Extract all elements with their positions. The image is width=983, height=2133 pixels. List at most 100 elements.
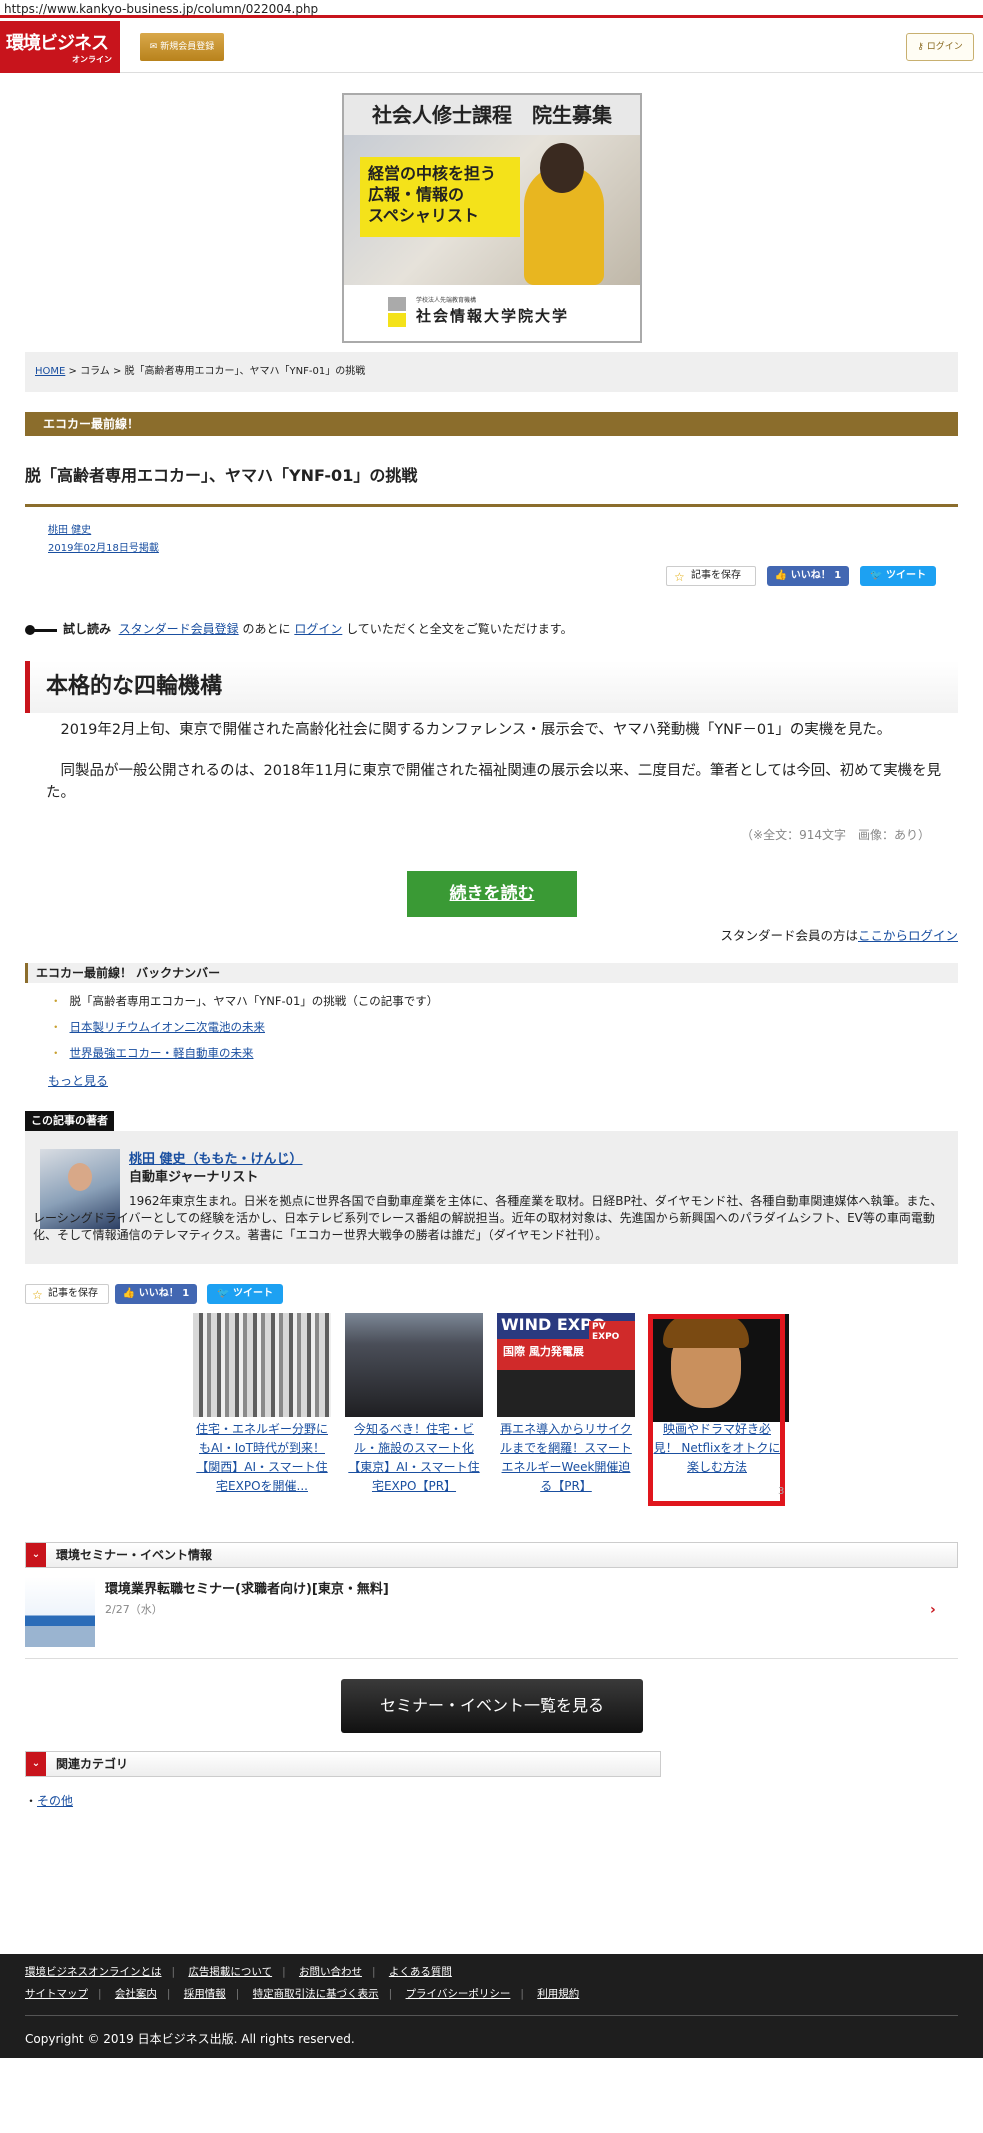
footer-link[interactable]: 採用情報: [184, 1988, 226, 2000]
author-box: 桃田 健史（ももた・けんじ） 自動車ジャーナリスト 1962年東京生まれ。日米を…: [25, 1131, 958, 1264]
category-item[interactable]: ・その他: [25, 1792, 73, 1809]
recommend-card-link[interactable]: 今知るべき！住宅・ビル・施設のスマート化【東京】AI・スマート住宅EXPO【PR…: [344, 1420, 484, 1496]
logo-main-text: 環境ビジネス: [6, 33, 109, 54]
ad-headline: 社会人修士課程 院生募集: [344, 95, 640, 135]
article-paragraph: 同製品が一般公開されるのは、2018年11月に東京で開催された福祉関連の展示会以…: [46, 763, 942, 801]
backnumber-item[interactable]: ・世界最強エコカー・軽自動車の未来: [50, 1045, 254, 1061]
article-author[interactable]: 桃田 健史: [48, 521, 91, 536]
mail-icon: ✉: [149, 42, 161, 52]
recommend-card-image[interactable]: WIND EXPO 国際 風力発電展 PV EXPO: [497, 1313, 635, 1417]
ad-copy: 経営の中核を担う 広報・情報の スペシャリスト: [360, 157, 520, 237]
school-logo-mark-yellow: [388, 313, 406, 327]
ad-person-head: [540, 143, 584, 193]
trial-text: していただくと全文をご覧いただけます。: [342, 622, 573, 636]
ad-footer: 学校法人先端教育機構 社会情報大学院大学: [344, 285, 640, 341]
breadcrumb-column[interactable]: コラム: [80, 366, 110, 377]
star-icon: ☆: [32, 1288, 43, 1302]
tweet-button[interactable]: 🐦 ツイート: [207, 1284, 283, 1304]
backnumber-link[interactable]: 日本製リチウムイオン二次電池の未来: [70, 1020, 266, 1034]
highlight-box: [648, 1314, 785, 1506]
save-article-button[interactable]: ☆ 記事を保存: [25, 1284, 109, 1304]
login-label: ログイン: [926, 42, 963, 52]
save-article-button[interactable]: ☆ 記事を保存: [666, 566, 756, 586]
footer-link[interactable]: プライバシーポリシー: [406, 1988, 511, 2000]
footer-sep: |: [520, 1988, 524, 2000]
seminar-title[interactable]: 環境業界転職セミナー(求職者向け)[東京・無料]: [105, 1578, 389, 1597]
footer-divider: [25, 2015, 958, 2016]
event-list-button[interactable]: セミナー・イベント一覧を見る: [341, 1679, 643, 1733]
thumbs-up-icon: 👍: [774, 570, 791, 581]
footer-link[interactable]: よくある質問: [389, 1966, 452, 1978]
recommend-card-link[interactable]: 住宅・エネルギー分野にもAI・IoT時代が到来！ 【関西】AI・スマート住宅EX…: [192, 1420, 332, 1496]
ad-photo: 経営の中核を担う 広報・情報の スペシャリスト: [344, 135, 640, 285]
author-box-heading: この記事の著者: [25, 1111, 114, 1131]
save-label: 記事を保存: [691, 570, 741, 581]
article-title: 脱「高齢者専用エコカー」、ヤマハ「YNF-01」の挑戦: [25, 466, 418, 485]
like-label: いいね！ 1: [138, 1288, 190, 1299]
ad-banner[interactable]: 社会人修士課程 院生募集 経営の中核を担う 広報・情報の スペシャリスト 学校法…: [342, 93, 642, 343]
chevron-right-icon[interactable]: ›: [930, 1602, 936, 1618]
footer-sep: |: [166, 1988, 171, 2000]
category-link[interactable]: その他: [37, 1794, 73, 1808]
twitter-bird-icon: 🐦: [870, 570, 886, 581]
footer-sep: |: [388, 1988, 393, 2000]
category-heading: ⌄ 関連カテゴリ: [25, 1751, 661, 1777]
seminar-heading: ⌄ 環境セミナー・イベント情報: [25, 1542, 958, 1568]
member-login-prompt: スタンダード会員の方はここからログイン: [600, 925, 958, 944]
recommend-card-image[interactable]: [193, 1313, 331, 1417]
key-icon: [25, 624, 57, 635]
more-link[interactable]: もっと見る: [48, 1072, 108, 1089]
trial-login-link[interactable]: ログイン: [294, 622, 342, 636]
footer-link[interactable]: サイトマップ: [25, 1988, 88, 2000]
address-bar[interactable]: https://www.kankyo-business.jp/column/02…: [0, 0, 983, 18]
site-header: 環境ビジネス オンライン ✉ 新規会員登録 ⚷ ログイン: [0, 21, 983, 73]
article-date[interactable]: 2019年02月18日号掲載: [48, 539, 159, 554]
site-logo[interactable]: 環境ビジネス オンライン: [0, 21, 120, 73]
author-face: [68, 1163, 92, 1191]
seminar-thumbnail[interactable]: [25, 1577, 95, 1647]
footer-link[interactable]: 特定商取引法に基づく表示: [253, 1988, 379, 2000]
chevron-down-icon: ⌄: [26, 1752, 46, 1776]
footer-sep: |: [235, 1988, 240, 2000]
trial-read-notice: 試し読み スタンダード会員登録 のあとに ログイン していただくと全文をご覧いた…: [25, 620, 573, 638]
facebook-like-button[interactable]: 👍 いいね！ 1: [115, 1284, 197, 1304]
site-footer: 環境ビジネスオンラインとは | 広告掲載について | お問い合わせ | よくある質問 …: [0, 1954, 983, 2058]
standard-register-link[interactable]: スタンダード会員登録: [119, 622, 239, 636]
read-more-button[interactable]: 続きを読む: [407, 871, 577, 917]
recommend-card-image[interactable]: [345, 1313, 483, 1417]
school-logo-mark: [388, 297, 406, 311]
ad-copy-line1: 経営の中核を担う: [368, 164, 497, 183]
facebook-like-button[interactable]: 👍 いいね！ 1: [767, 566, 849, 586]
backnumber-item[interactable]: ・日本製リチウムイオン二次電池の未来: [50, 1019, 265, 1035]
member-login-link[interactable]: ここからログイン: [858, 928, 958, 943]
breadcrumb-home[interactable]: HOME: [35, 366, 65, 377]
section-heading: 本格的な四輪機構: [25, 661, 958, 713]
footer-link[interactable]: 広告掲載について: [188, 1966, 272, 1978]
card-banner-sub: 国際 風力発電展: [503, 1345, 584, 1358]
key-icon: ⚷: [917, 42, 927, 52]
bullet-icon: ・: [50, 1046, 62, 1060]
footer-link[interactable]: お問い合わせ: [299, 1966, 362, 1978]
backnumber-link[interactable]: 世界最強エコカー・軽自動車の未来: [70, 1046, 254, 1060]
divider: [25, 1658, 958, 1659]
bullet-icon: ・: [50, 1020, 62, 1034]
bullet-icon: ・: [50, 994, 62, 1008]
like-label: いいね！ 1: [790, 570, 842, 581]
school-name: 社会情報大学院大学: [416, 307, 570, 325]
tweet-label: ツイート: [885, 570, 926, 581]
login-prompt-text: スタンダード会員の方は: [720, 928, 858, 943]
login-button[interactable]: ⚷ ログイン: [906, 33, 974, 61]
recommend-card-link[interactable]: 再エネ導入からリサイクルまでを網羅！スマートエネルギーWeek開催迫る【PR】: [496, 1420, 636, 1496]
backnumber-current: 脱「高齢者専用エコカー」、ヤマハ「YNF-01」の挑戦（この記事です）: [69, 994, 439, 1008]
footer-link[interactable]: 利用規約: [537, 1988, 579, 2000]
footer-sep: |: [371, 1966, 376, 1978]
card-number: 3: [778, 1486, 785, 1497]
author-name-link[interactable]: 桃田 健史（ももた・けんじ）: [129, 1148, 303, 1167]
breadcrumb-current: 脱「高齢者専用エコカー」、ヤマハ「YNF-01」の挑戦: [124, 366, 366, 377]
register-button[interactable]: ✉ 新規会員登録: [140, 33, 224, 61]
tweet-button[interactable]: 🐦 ツイート: [860, 566, 936, 586]
footer-link[interactable]: 環境ビジネスオンラインとは: [25, 1966, 162, 1978]
save-label: 記事を保存: [48, 1288, 98, 1299]
footer-link[interactable]: 会社案内: [115, 1988, 157, 2000]
title-divider: [25, 504, 958, 507]
